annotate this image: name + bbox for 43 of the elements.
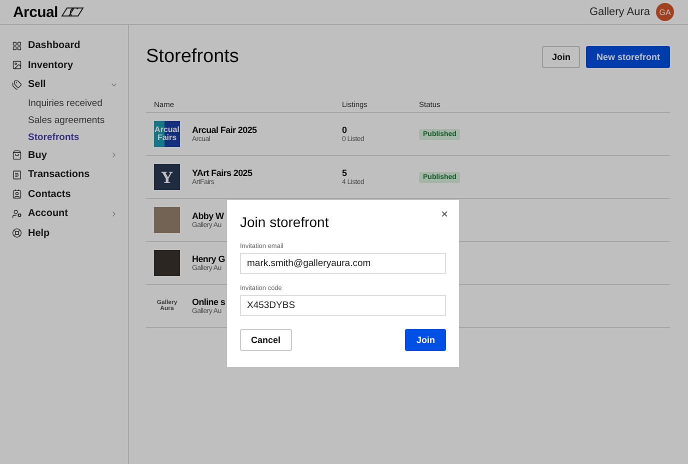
cancel-button[interactable]: Cancel xyxy=(240,329,292,351)
sidebar-item[interactable]: Help xyxy=(12,224,118,243)
photo-placeholder xyxy=(154,250,180,276)
sidebar-item[interactable]: Inventory xyxy=(12,56,118,75)
input-field[interactable]: mark.smith@galleryaura.com xyxy=(240,253,446,274)
account-name[interactable]: Gallery Aura xyxy=(589,6,650,18)
sidebar-item[interactable]: Contacts xyxy=(12,184,118,204)
thumbnail: Y xyxy=(154,164,180,190)
nav-icon xyxy=(12,40,22,51)
sidebar-subitem[interactable]: Sales agreements xyxy=(12,112,118,128)
storefront-name[interactable]: Abby W xyxy=(192,211,224,221)
storefront-name[interactable]: Arcual Fair 2025 xyxy=(192,125,257,135)
logo-text: Arcual xyxy=(13,4,58,20)
avatar[interactable]: GA xyxy=(656,3,674,21)
listings-count: 0 xyxy=(342,125,348,135)
nav-icon xyxy=(12,80,22,90)
sidebar-item[interactable]: Transactions xyxy=(12,165,118,184)
storefront-name[interactable]: Henry G xyxy=(192,254,225,264)
new-storefront-button[interactable]: New storefront xyxy=(586,46,670,68)
page-title: Storefronts xyxy=(146,46,239,68)
sidebar-subitem[interactable]: Storefronts xyxy=(12,128,118,146)
sidebar-item[interactable]: Sell xyxy=(12,75,118,94)
nav-icon xyxy=(12,228,22,238)
join-button[interactable]: Join xyxy=(542,46,580,68)
nav-icon xyxy=(12,208,22,219)
photo-placeholder xyxy=(154,207,180,233)
sidebar-item[interactable]: Dashboard xyxy=(12,36,118,56)
nav-icon xyxy=(12,60,22,70)
close-button[interactable]: × xyxy=(438,207,450,221)
sidebar-subitem[interactable]: Inquiries received xyxy=(12,94,118,112)
input-field[interactable]: X453DYBS xyxy=(240,295,446,316)
nav-icon xyxy=(12,170,22,180)
listings-count: 5 xyxy=(342,168,348,178)
join-button[interactable]: Join xyxy=(405,329,446,351)
storefront-name[interactable]: Online s xyxy=(192,297,226,307)
nav-icon xyxy=(12,150,22,160)
thumbnail: Arcual Fairs xyxy=(154,121,180,147)
sidebar-item[interactable]: Account xyxy=(12,204,118,224)
storefront-name[interactable]: YArt Fairs 2025 xyxy=(192,168,252,178)
dialog-title: Join storefront xyxy=(240,214,330,230)
sidebar-item[interactable]: Buy xyxy=(12,146,118,165)
nav-icon xyxy=(12,189,22,200)
logo-mark-icon xyxy=(60,7,85,17)
